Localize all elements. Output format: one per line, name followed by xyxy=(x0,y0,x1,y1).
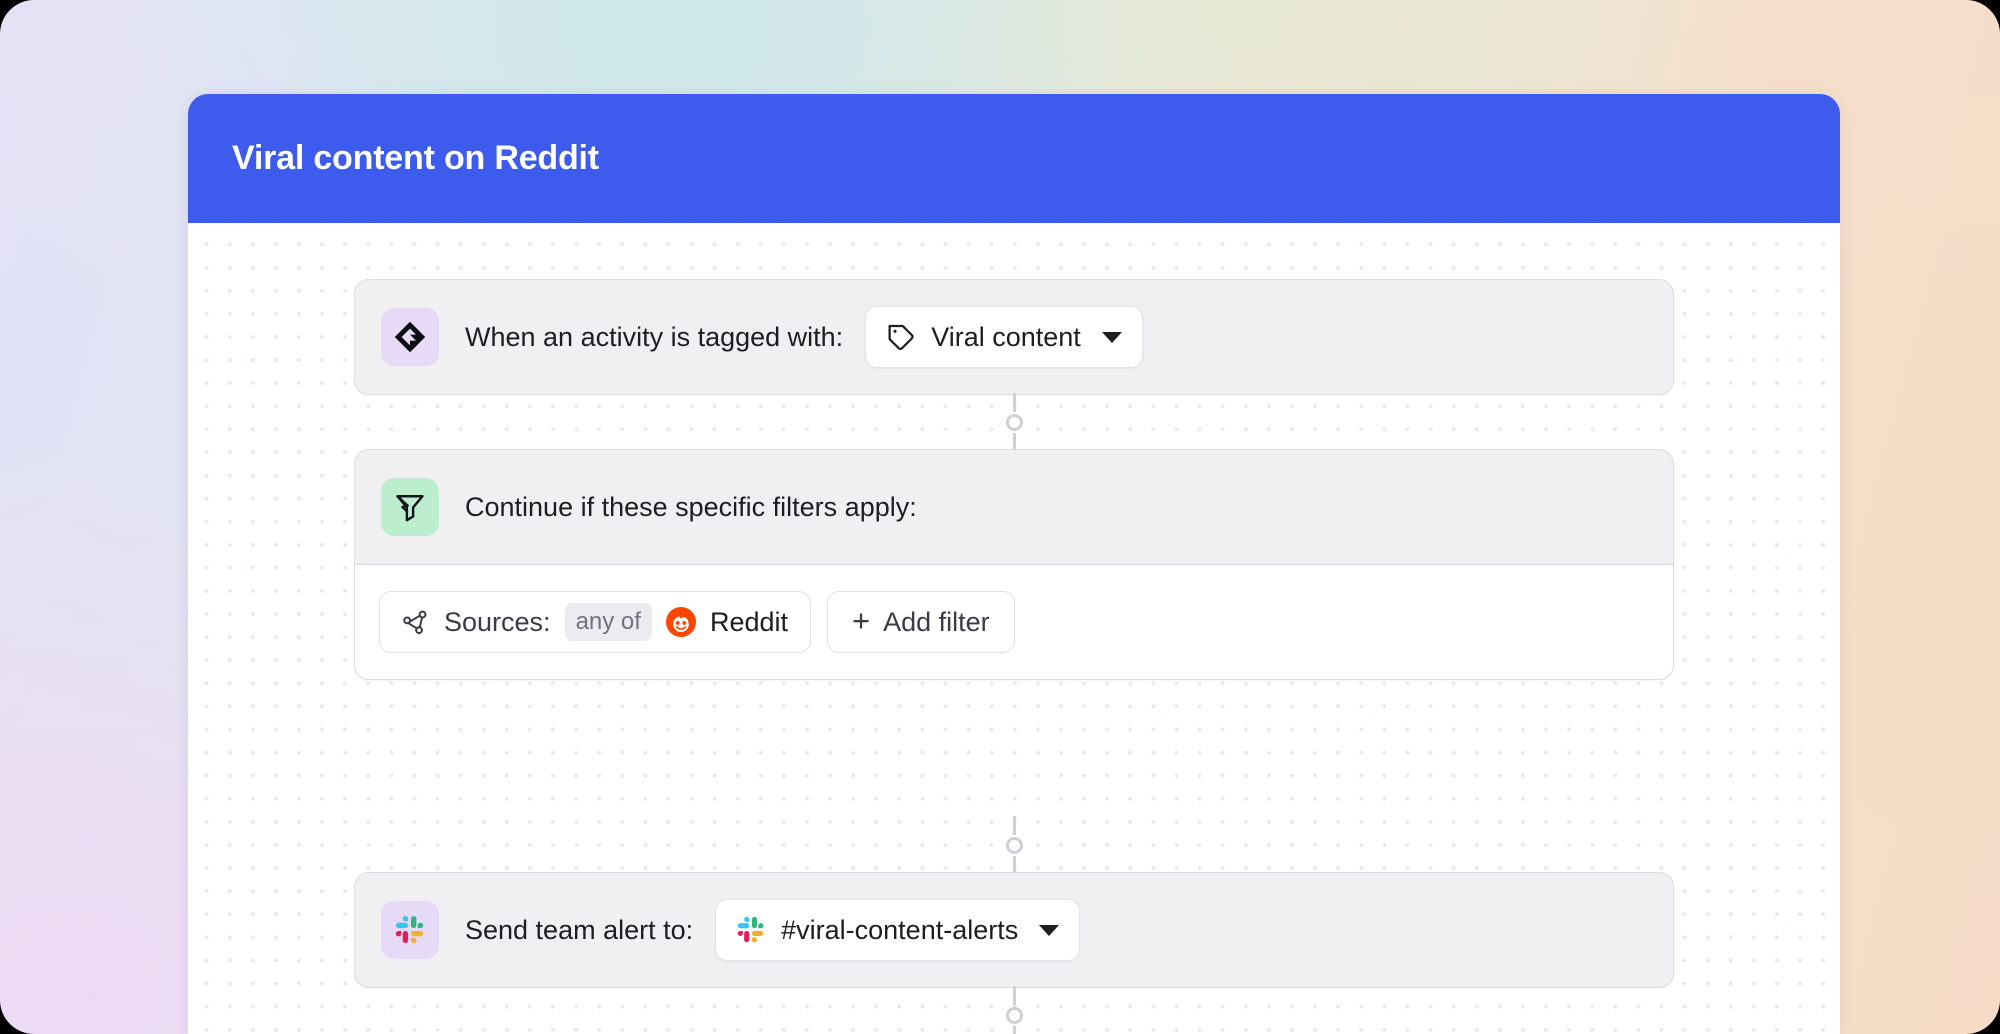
tag-value-text: Viral content xyxy=(931,322,1081,353)
trigger-node-header: When an activity is tagged with: Viral c… xyxy=(355,280,1673,394)
filter-node-card[interactable]: Continue if these specific filters apply… xyxy=(354,449,1674,680)
connector-line-bottom xyxy=(1013,1026,1016,1034)
chevron-down-icon xyxy=(1039,925,1059,936)
connector-line-top xyxy=(1013,986,1016,1005)
connector-node-ring[interactable] xyxy=(1006,1007,1023,1024)
connector-node-ring[interactable] xyxy=(1006,837,1023,854)
reddit-icon xyxy=(666,607,696,637)
action-node-header: Send team alert to: xyxy=(355,873,1673,987)
tag-icon xyxy=(886,322,916,352)
action-node-card[interactable]: Send team alert to: xyxy=(354,872,1674,988)
filter-label: Continue if these specific filters apply… xyxy=(465,492,917,523)
app-window: Viral content on Reddit When an activity… xyxy=(188,94,1840,1034)
connector-node-ring[interactable] xyxy=(1006,414,1023,431)
funnel-filter-icon xyxy=(381,478,439,536)
slack-icon xyxy=(736,915,766,945)
connector-action-to-next xyxy=(188,986,1840,1034)
connector-trigger-to-filter xyxy=(188,393,1840,452)
slack-channel-text: #viral-content-alerts xyxy=(781,915,1018,946)
plus-icon: + xyxy=(852,605,870,636)
trigger-diamond-icon xyxy=(381,308,439,366)
workflow-canvas[interactable]: When an activity is tagged with: Viral c… xyxy=(188,223,1840,1034)
add-filter-label: Add filter xyxy=(883,607,990,638)
filter-operator-badge[interactable]: any of xyxy=(565,603,652,641)
filter-node-body: Sources: any of xyxy=(355,564,1673,679)
filter-chip-label: Sources: xyxy=(444,607,551,638)
connector-line-top xyxy=(1013,816,1016,835)
chevron-down-icon xyxy=(1102,332,1122,343)
connector-filter-to-action xyxy=(188,816,1840,875)
filter-chip-sources[interactable]: Sources: any of xyxy=(379,591,811,653)
action-label: Send team alert to: xyxy=(465,915,693,946)
trigger-label: When an activity is tagged with: xyxy=(465,322,843,353)
slack-channel-dropdown[interactable]: #viral-content-alerts xyxy=(715,899,1080,961)
filter-node-header: Continue if these specific filters apply… xyxy=(355,450,1673,564)
trigger-node-card[interactable]: When an activity is tagged with: Viral c… xyxy=(354,279,1674,395)
tag-value-dropdown[interactable]: Viral content xyxy=(865,306,1143,368)
app-frame: Viral content on Reddit When an activity… xyxy=(0,0,2000,1034)
add-filter-button[interactable]: + Add filter xyxy=(827,591,1015,653)
page-title: Viral content on Reddit xyxy=(232,139,599,178)
filter-source-name: Reddit xyxy=(710,607,788,638)
connector-line-top xyxy=(1013,393,1016,412)
title-bar: Viral content on Reddit xyxy=(188,94,1840,223)
slack-icon xyxy=(381,901,439,959)
share-network-icon xyxy=(402,608,430,636)
